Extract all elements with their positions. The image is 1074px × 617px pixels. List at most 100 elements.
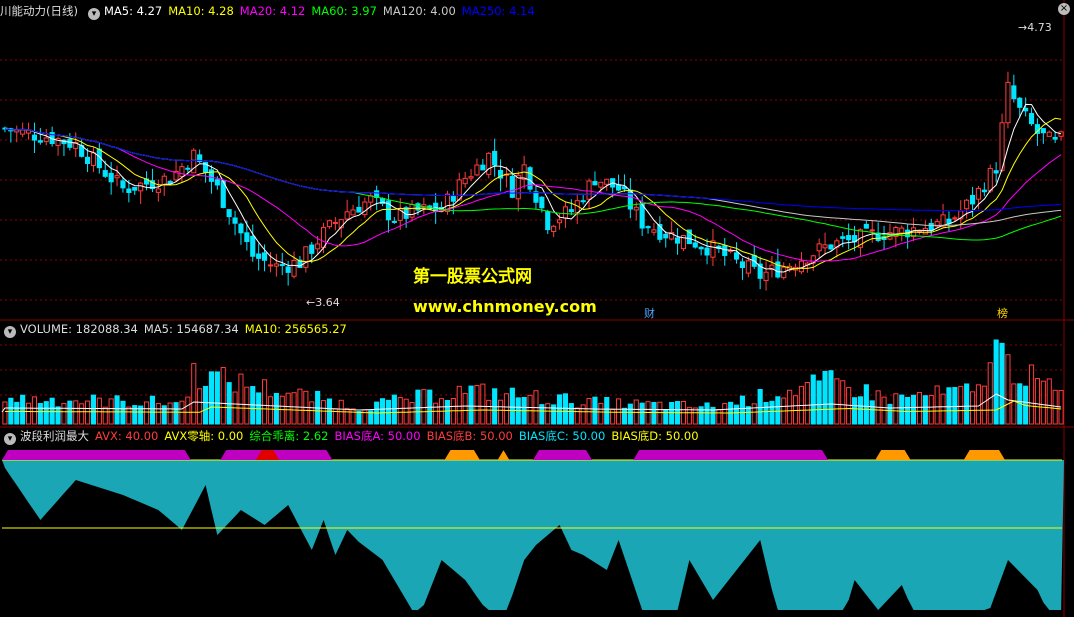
volume-bar [604,396,610,425]
candle-body [350,209,356,216]
volume-bar [1034,378,1041,425]
candle-body [899,227,905,234]
candle-body [161,175,167,186]
indicator-band [2,450,191,460]
volume-bar [964,383,970,425]
candle-body [840,236,846,239]
indicator-band [875,450,911,460]
volume-bar [20,394,26,425]
candle-body [450,195,456,202]
candle-body [828,244,834,250]
tag-bang[interactable]: 榜 [997,305,1008,321]
candle-body [462,177,468,185]
candle-body [185,167,191,170]
candle-body [326,220,333,228]
volume-bar [556,394,563,425]
volume-bar [43,401,49,425]
volume-bar [745,406,751,425]
indicator-title: 波段利润最大 [20,429,89,443]
volume-bar [739,395,746,425]
candle-body [102,170,108,177]
volume-bar [220,367,226,425]
candle-body [545,211,551,231]
candle-body [344,211,350,220]
candle-body [273,263,279,267]
candle-body [232,217,238,224]
candle-body [114,175,120,179]
volume-bar [910,394,917,425]
indicator-header: ▾ 波段利润最大 AVX: 40.00 AVX零轴: 0.00 综合乖离: 2.62 BI… [0,427,711,445]
candle-body [356,206,362,213]
volume-bar [49,397,55,425]
volume-bar [733,404,740,425]
volume-bar [344,407,350,425]
volume-bar [238,373,244,425]
indicator-label-1: AVX零轴: 0.00 [164,429,244,443]
candle-body [515,174,521,200]
volume-bar [763,401,769,425]
candle-body [928,222,934,231]
volume-bar [769,400,775,425]
candle-body [120,180,126,189]
candle-body [987,167,993,192]
volume-bar [421,389,427,425]
ma-line-250 [4,128,1062,212]
candle-body [639,203,645,229]
volume-bar [580,404,586,425]
close-icon[interactable]: × [1058,3,1070,15]
candle-body [539,196,545,209]
volume-bar [863,384,869,425]
volume-bar [999,342,1005,425]
candle-body [84,156,91,164]
volume-bar [185,396,191,425]
candle-body [226,209,232,218]
ma-line-5 [4,103,1062,273]
candle-body [1011,85,1017,100]
volume-bar [102,406,108,425]
candle-body [969,194,976,205]
volume-bar [55,406,61,425]
volume-bar [987,362,993,425]
candle-body [952,217,958,220]
candle-body [975,187,982,200]
candle-body [604,178,610,185]
candle-body [922,227,928,235]
low-price-label: ←3.64 [306,296,340,309]
candle-body [179,166,185,177]
candle-body [37,140,43,143]
candle-body [279,264,285,267]
indicator-label-3: BIAS底A: 50.00 [334,429,421,443]
ma-label-0: MA5: 4.27 [103,4,163,18]
volume-bar [775,396,781,425]
chevron-down-icon[interactable]: ▾ [4,433,16,445]
volume-bar [639,402,645,425]
candle-body [592,181,598,186]
volume-bar [804,381,810,425]
candle-body [456,179,462,201]
volume-bar [191,363,197,425]
volume-bar [14,401,20,425]
volume-bar [1040,380,1046,425]
candle-body [981,189,987,193]
volume-bar [916,391,923,425]
main-header: 川能动力(日线) ▾ MA5: 4.27 MA10: 4.28 MA20: 4.12 MA… [0,2,547,20]
volume-bar [202,385,209,425]
candle-body [1040,128,1046,134]
volume-bar [155,403,161,425]
volume-bar [197,388,203,425]
candle-body [863,223,869,229]
tag-cai[interactable]: 财 [644,305,655,321]
candle-body [492,150,498,166]
volume-bar [527,394,533,425]
chevron-down-icon[interactable]: ▾ [87,8,100,20]
candle-body [31,134,38,141]
volume-bar [1011,383,1017,425]
chart-stage: 川能动力(日线) ▾ MA5: 4.27 MA10: 4.28 MA20: 4.12 MA… [0,0,1074,617]
volume-bar [787,389,793,425]
chevron-down-icon[interactable]: ▾ [4,326,16,338]
candle-body [320,226,327,249]
candle-body [580,200,586,203]
volume-bar [615,398,622,425]
volume-header: ▾ VOLUME: 182088.34 MA5: 154687.34 MA10: 25… [0,320,359,338]
volume-bar [586,397,592,425]
